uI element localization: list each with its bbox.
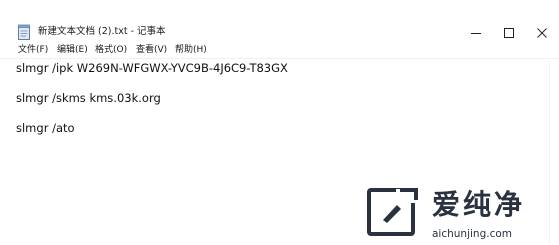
text-line: slmgr /skms kms.03k.org [16,91,161,105]
menu-format[interactable]: 格式(O) [95,42,127,58]
menu-bar: 文件(F) 编辑(E) 格式(O) 查看(V) 帮助(H) [0,42,559,58]
window-title: 新建文本文档 (2).txt - 记事本 [38,26,166,37]
watermark: 爱纯净 aichunjing.com [361,186,559,244]
title-bar[interactable]: 新建文本文档 (2).txt - 记事本 [0,0,559,40]
minimize-button[interactable] [458,20,494,44]
minimize-icon [471,23,481,42]
menu-view[interactable]: 查看(V) [136,42,167,58]
notepad-window: 新建文本文档 (2).txt - 记事本 文件(F) 编辑(E) 格式(O) 查… [0,0,559,245]
close-button[interactable] [524,20,559,44]
menu-file[interactable]: 文件(F) [18,42,48,58]
text-line: slmgr /ato [16,121,75,135]
text-line: slmgr /ipk W269N-WFGWX-YVC9B-4J6C9-T83GX [16,61,288,75]
watermark-brand: 爱纯净 [432,188,526,221]
menu-help[interactable]: 帮助(H) [175,42,207,58]
aichunjing-logo-icon [366,186,418,238]
close-icon [537,23,547,42]
watermark-url: aichunjing.com [432,228,513,240]
menu-edit[interactable]: 编辑(E) [57,42,88,58]
maximize-icon [504,23,514,42]
maximize-button[interactable] [491,20,527,44]
notepad-icon [17,24,31,40]
